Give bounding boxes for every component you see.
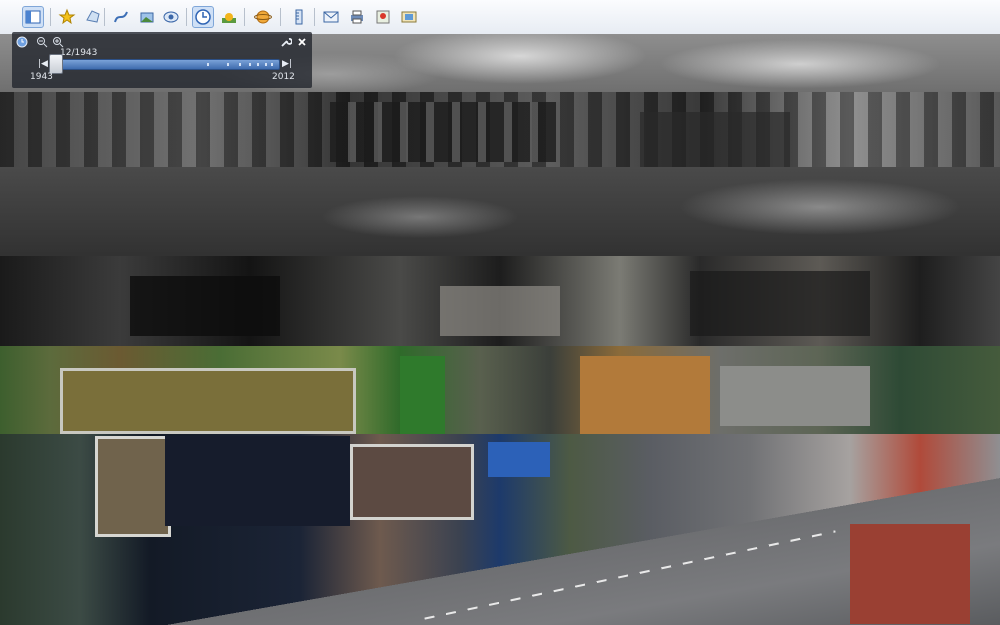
imagery-band-dark (0, 256, 1000, 356)
record-tour-icon[interactable] (160, 6, 182, 28)
historical-imagery-time-slider: 12/1943 |◀ ▶| 1943 2012 (12, 32, 312, 88)
email-icon[interactable] (320, 6, 342, 28)
google-maps-icon[interactable] (372, 6, 394, 28)
start-year-label: 1943 (30, 72, 53, 82)
map-view[interactable] (0, 34, 1000, 625)
zoom-out-icon[interactable] (36, 36, 48, 48)
imagery-band-color-roofs (0, 346, 1000, 446)
sunlight-icon[interactable] (218, 6, 240, 28)
toolbar (0, 0, 1000, 35)
next-date-button[interactable]: ▶| (280, 58, 294, 70)
wrench-icon[interactable] (280, 36, 293, 48)
save-image-icon[interactable] (398, 6, 420, 28)
previous-date-button[interactable]: |◀ (36, 58, 50, 70)
clock-icon[interactable] (16, 36, 28, 48)
print-icon[interactable] (346, 6, 368, 28)
path-icon[interactable] (110, 6, 132, 28)
placemark-icon[interactable] (56, 6, 78, 28)
image-overlay-icon[interactable] (136, 6, 158, 28)
close-icon[interactable] (296, 36, 308, 48)
imagery-band-color-street (0, 434, 1000, 625)
time-slider-thumb[interactable] (49, 54, 63, 74)
end-year-label: 2012 (272, 72, 295, 82)
historical-imagery-icon[interactable] (192, 6, 214, 28)
polygon-icon[interactable] (82, 6, 104, 28)
planet-icon[interactable] (252, 6, 274, 28)
current-date-label: 12/1943 (60, 48, 98, 58)
sidebar-toggle-icon[interactable] (22, 6, 44, 28)
time-slider-track[interactable] (56, 59, 280, 70)
ruler-icon[interactable] (288, 6, 310, 28)
zoom-in-icon[interactable] (52, 36, 64, 48)
imagery-band-bw-blur (0, 167, 1000, 262)
